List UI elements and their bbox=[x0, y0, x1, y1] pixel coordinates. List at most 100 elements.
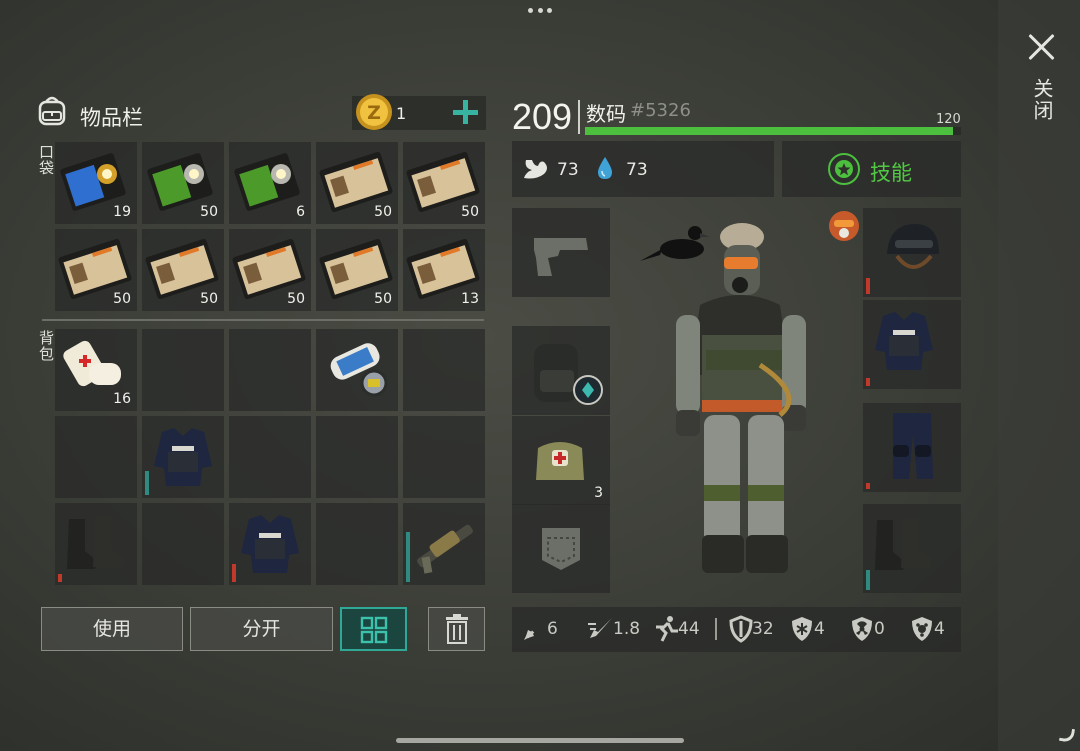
cold-resist-stat: 4 bbox=[814, 619, 825, 639]
swat-helmet-icon bbox=[863, 208, 961, 301]
pocket-slot[interactable]: 50 bbox=[55, 229, 137, 311]
crow-icon bbox=[640, 226, 710, 261]
backpack-slot[interactable] bbox=[142, 503, 224, 585]
backpack-slot[interactable] bbox=[316, 416, 398, 498]
pocket-slot[interactable]: 50 bbox=[403, 142, 485, 224]
pocket-slot[interactable]: 6 bbox=[229, 142, 311, 224]
coin-icon: Z bbox=[356, 94, 392, 130]
backpack-slot[interactable] bbox=[142, 416, 224, 498]
backpack-slot[interactable] bbox=[403, 329, 485, 411]
grid-icon bbox=[360, 616, 387, 644]
sort-grid-button[interactable] bbox=[340, 607, 407, 651]
equipment-slot[interactable]: 3 bbox=[512, 416, 610, 505]
trash-icon bbox=[445, 614, 468, 644]
use-button[interactable]: 使用 bbox=[41, 607, 183, 651]
backpack-slot[interactable] bbox=[316, 503, 398, 585]
level-separator bbox=[578, 100, 580, 134]
infection-resist-stat: 4 bbox=[934, 619, 945, 639]
pocket-slot[interactable]: 19 bbox=[55, 142, 137, 224]
pocket-slot[interactable]: 50 bbox=[142, 142, 224, 224]
health-bar-fill bbox=[585, 127, 954, 135]
backpack-label: 背包 bbox=[37, 330, 55, 362]
backpack-slot[interactable]: 16 bbox=[55, 329, 137, 411]
character-model bbox=[640, 223, 806, 573]
armor-slot[interactable] bbox=[863, 300, 961, 389]
armor-stat: 32 bbox=[752, 619, 774, 639]
item-quantity: 6 bbox=[296, 204, 305, 220]
backpack-slot[interactable] bbox=[229, 329, 311, 411]
gas-mask-icon[interactable] bbox=[828, 209, 860, 243]
durability-bar bbox=[866, 483, 870, 489]
durability-bar bbox=[58, 574, 62, 582]
pocket-slot[interactable]: 50 bbox=[316, 142, 398, 224]
speed-stat: 44 bbox=[678, 619, 700, 639]
durability-bar bbox=[232, 564, 236, 582]
item-quantity: 50 bbox=[461, 204, 479, 220]
item-quantity: 50 bbox=[374, 291, 392, 307]
pocket-slot[interactable]: 50 bbox=[229, 229, 311, 311]
star-icon bbox=[828, 153, 860, 185]
running-icon bbox=[656, 616, 678, 642]
backpack-slot[interactable] bbox=[229, 503, 311, 585]
add-coins-button[interactable] bbox=[452, 98, 478, 126]
sword-icon bbox=[524, 618, 546, 640]
item-quantity: 50 bbox=[200, 291, 218, 307]
durability-bar bbox=[866, 378, 870, 386]
pocket-label: 口袋 bbox=[37, 144, 55, 176]
water-drop-icon bbox=[598, 157, 612, 179]
trash-button[interactable] bbox=[428, 607, 485, 651]
item-quantity: 50 bbox=[287, 291, 305, 307]
durability-bar bbox=[145, 471, 149, 495]
backpack-slot[interactable] bbox=[316, 329, 398, 411]
equipment-slot[interactable] bbox=[512, 326, 610, 415]
stomach-icon bbox=[524, 160, 547, 179]
close-label[interactable]: 关闭 bbox=[1028, 78, 1054, 122]
player-level: 209 bbox=[512, 96, 573, 137]
pocket-placeholder-icon bbox=[512, 504, 610, 597]
armor-slot[interactable] bbox=[863, 403, 961, 492]
backpack-slot[interactable] bbox=[403, 503, 485, 585]
attack-speed-icon bbox=[588, 618, 612, 638]
damage-stat: 6 bbox=[547, 619, 558, 639]
backpack-slot[interactable] bbox=[142, 329, 224, 411]
skills-label[interactable]: 技能 bbox=[870, 157, 912, 187]
item-quantity: 16 bbox=[113, 391, 131, 407]
equipment-slot[interactable] bbox=[512, 208, 610, 297]
split-button[interactable]: 分开 bbox=[190, 607, 333, 651]
pocket-slot[interactable]: 13 bbox=[403, 229, 485, 311]
food-value: 73 bbox=[557, 160, 579, 180]
section-divider bbox=[42, 319, 484, 321]
police-pants-icon bbox=[863, 403, 961, 496]
durability-bar bbox=[866, 278, 870, 294]
backpack-slot[interactable] bbox=[229, 416, 311, 498]
pocket-slot[interactable]: 50 bbox=[316, 229, 398, 311]
police-swat-vest-icon bbox=[863, 300, 961, 386]
armor-slot[interactable] bbox=[863, 504, 961, 593]
backpack-slot[interactable] bbox=[55, 503, 137, 585]
durability-bar bbox=[406, 532, 410, 582]
item-quantity: 50 bbox=[113, 291, 131, 307]
player-name: 数码 bbox=[586, 102, 626, 126]
armor-slot[interactable] bbox=[863, 208, 961, 297]
pistol-placeholder-icon bbox=[512, 208, 610, 301]
combat-boots-icon bbox=[863, 504, 961, 590]
shield-icon bbox=[729, 615, 753, 643]
coin-count: 1 bbox=[396, 104, 407, 123]
radiation-resist-stat: 0 bbox=[874, 619, 885, 639]
attack-speed-stat: 1.8 bbox=[613, 619, 641, 639]
health-bar bbox=[585, 127, 961, 135]
home-indicator[interactable] bbox=[396, 738, 684, 743]
equipment-slot[interactable] bbox=[512, 504, 610, 593]
inventory-title: 物品栏 bbox=[80, 106, 143, 130]
radiation-resist-icon bbox=[852, 617, 872, 641]
backpack-slot[interactable] bbox=[55, 416, 137, 498]
close-icon[interactable] bbox=[1024, 30, 1058, 64]
infection-resist-icon bbox=[912, 617, 932, 641]
item-quantity: 50 bbox=[200, 204, 218, 220]
item-quantity: 19 bbox=[113, 204, 131, 220]
player-id: #5326 bbox=[630, 100, 691, 121]
pocket-slot[interactable]: 50 bbox=[142, 229, 224, 311]
svg-text:Z: Z bbox=[367, 102, 381, 124]
drag-handle-icon[interactable] bbox=[528, 8, 552, 14]
backpack-slot[interactable] bbox=[403, 416, 485, 498]
